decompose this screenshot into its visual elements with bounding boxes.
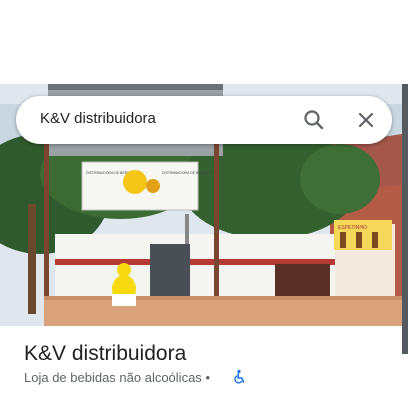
poster-text: ESPETINHO: [338, 225, 367, 231]
sign-right-text: DISTRIBUIDORA DE BEBIDAS: [162, 171, 212, 175]
wheelchair-accessible-icon: [231, 369, 247, 385]
search-input[interactable]: K&V distribuidora: [40, 110, 156, 127]
place-category-line: Loja de bebidas não alcoólicas •: [24, 370, 210, 385]
search-bar[interactable]: K&V distribuidora: [16, 96, 392, 144]
place-category: Loja de bebidas não alcoólicas: [24, 370, 202, 385]
search-icon[interactable]: [300, 106, 328, 134]
scrollbar[interactable]: [402, 84, 408, 354]
place-name: K&V distribuidora: [24, 342, 187, 365]
close-icon[interactable]: [352, 106, 380, 134]
separator-dot: •: [205, 370, 210, 385]
